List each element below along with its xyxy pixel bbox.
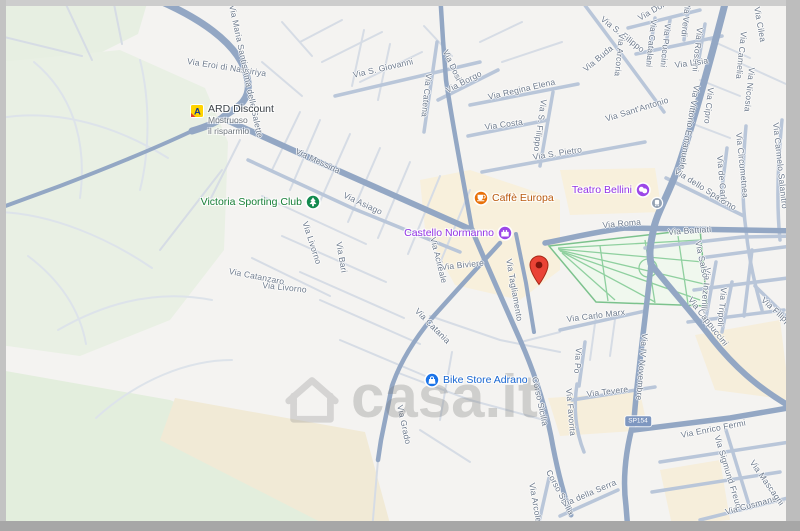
poi-name: Teatro Bellini (572, 184, 632, 196)
poi-sublabel: il risparmio (208, 126, 274, 137)
poi-sublabel: Mostruoso (208, 115, 274, 126)
poi-name: ARD Discount (208, 103, 274, 115)
route-badge-sp: SP154 (625, 416, 651, 426)
caffe-europa-label[interactable]: Caffè Europa (492, 192, 554, 204)
svg-text:A: A (194, 107, 201, 118)
poi-name: Bike Store Adrano (443, 374, 528, 386)
teatro-bellini-label[interactable]: Teatro Bellini (572, 184, 632, 196)
teatro-bellini-icon[interactable] (635, 182, 652, 199)
ard-discount-label[interactable]: ARD DiscountMostruosoil risparmio (208, 103, 274, 136)
screenshot-frame-bottom (0, 521, 800, 531)
castello-normanno-icon[interactable] (497, 225, 514, 242)
poi-name: Victoria Sporting Club (201, 196, 302, 208)
screenshot-frame-top (0, 0, 800, 6)
poi-name: Caffè Europa (492, 192, 554, 204)
map-canvas[interactable]: casa.it Via Eroi di NassiriyaVia Maria S… (0, 0, 800, 531)
victoria-sporting-club-label[interactable]: Victoria Sporting Club (201, 196, 302, 208)
bike-store-adrano-icon[interactable] (424, 372, 441, 389)
ard-discount-icon[interactable]: A (190, 104, 204, 118)
railway-station-icon[interactable] (651, 197, 664, 210)
castello-normanno-label[interactable]: Castello Normanno (404, 227, 494, 239)
destination-pin[interactable] (527, 254, 551, 286)
screenshot-frame-right (786, 0, 800, 531)
bike-store-adrano-label[interactable]: Bike Store Adrano (443, 374, 528, 386)
street-label: Via Po (572, 347, 584, 374)
screenshot-frame-left (0, 0, 6, 531)
poi-name: Castello Normanno (404, 227, 494, 239)
victoria-sporting-club-icon[interactable] (305, 194, 322, 211)
caffe-europa-icon[interactable] (473, 190, 490, 207)
map-roads-canvas (0, 0, 800, 531)
